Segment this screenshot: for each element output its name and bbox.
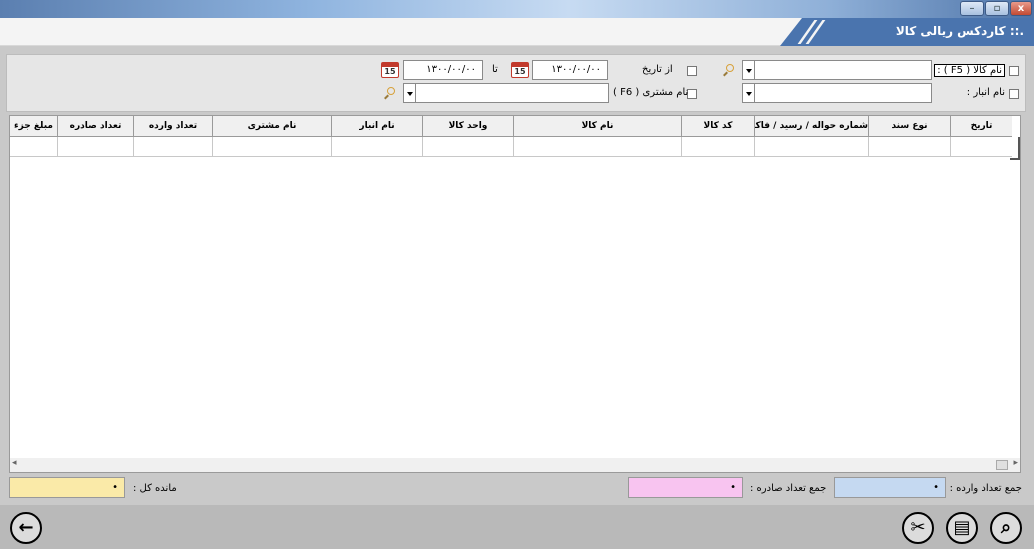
column-header-document-number[interactable]: شماره حواله / رسید / فاکتور — [754, 116, 868, 137]
table-cell[interactable] — [513, 137, 681, 157]
column-header-quantity-out[interactable]: تعداد صادره — [57, 116, 133, 137]
warehouse-label: نام انبار : — [966, 87, 1005, 98]
maximize-button[interactable]: ▫ — [985, 1, 1009, 16]
chevron-down-icon[interactable] — [743, 61, 755, 79]
table-cell[interactable] — [133, 137, 212, 157]
warehouse-combo[interactable] — [742, 83, 932, 103]
table-cell[interactable] — [422, 137, 513, 157]
table-header: تاریخ نوع سند شماره حواله / رسید / فاکتو… — [10, 116, 1012, 137]
action-bar — [0, 505, 1034, 549]
scroll-left-icon[interactable]: ◂ — [12, 458, 17, 468]
total-out-value: • — [628, 477, 743, 498]
column-header-quantity-in[interactable]: تعداد وارده — [133, 116, 212, 137]
title-bar: .:: کاردکس ریالی کالا — [0, 18, 1034, 46]
column-header-warehouse-name[interactable]: نام انبار — [331, 116, 422, 137]
table-cell[interactable] — [331, 137, 422, 157]
customer-checkbox[interactable] — [687, 89, 697, 99]
warehouse-checkbox[interactable] — [1009, 89, 1019, 99]
back-arrow-icon[interactable]: ← — [10, 512, 42, 544]
table-cell[interactable] — [212, 137, 331, 157]
column-header-product-code[interactable]: کد کالا — [681, 116, 754, 137]
scroll-right-icon[interactable]: ▸ — [1013, 458, 1018, 468]
scrollbar-thumb[interactable] — [996, 460, 1008, 470]
balance-value: • — [9, 477, 125, 498]
search-icon[interactable]: ⌕ — [990, 512, 1022, 544]
customer-combo[interactable] — [403, 83, 609, 103]
total-out-label: جمع تعداد صادره : — [750, 483, 827, 494]
column-header-document-type[interactable]: نوع سند — [868, 116, 950, 137]
column-header-customer-name[interactable]: نام مشتری — [212, 116, 331, 137]
table-cell[interactable] — [57, 137, 133, 157]
print-icon[interactable]: ▤ — [946, 512, 978, 544]
product-name-checkbox[interactable] — [1009, 66, 1019, 76]
table-cell[interactable] — [868, 137, 950, 157]
to-date-input[interactable]: ۱۳۰۰/۰۰/۰۰ — [403, 60, 483, 80]
chevron-down-icon[interactable] — [743, 84, 755, 102]
row-indicator — [1010, 137, 1020, 160]
chevron-down-icon[interactable] — [404, 84, 416, 102]
window-title: .:: کاردکس ریالی کالا — [895, 24, 1024, 38]
column-header-date[interactable]: تاریخ — [950, 116, 1012, 137]
calendar-icon[interactable]: 15 — [511, 62, 529, 78]
column-header-amount[interactable]: مبلغ جزء — [10, 116, 57, 137]
column-header-product-name[interactable]: نام کالا — [513, 116, 681, 137]
balance-label: مانده کل : — [133, 483, 177, 494]
product-name-label: نام کالا ( F5 ) : — [934, 64, 1005, 77]
cancel-icon[interactable]: ✂ — [902, 512, 934, 544]
total-in-value: • — [834, 477, 946, 498]
filter-panel: نام کالا ( F5 ) : از تاریخ ۱۳۰۰/۰۰/۰۰ 15… — [6, 54, 1026, 112]
customer-label: نام مشتری ( F6 ) — [613, 87, 689, 98]
horizontal-scrollbar[interactable]: ◂ ▸ — [10, 458, 1020, 472]
search-icon[interactable] — [383, 87, 395, 100]
from-date-label: از تاریخ — [642, 64, 673, 75]
product-name-combo[interactable] — [742, 60, 932, 80]
title-banner: .:: کاردکس ریالی کالا — [780, 18, 1034, 46]
to-date-label: تا — [492, 64, 498, 75]
calendar-icon[interactable]: 15 — [381, 62, 399, 78]
total-in-label: جمع تعداد وارده : — [949, 483, 1022, 494]
kardex-table: تاریخ نوع سند شماره حواله / رسید / فاکتو… — [9, 115, 1021, 473]
from-date-checkbox[interactable] — [687, 66, 697, 76]
search-icon[interactable] — [722, 64, 734, 77]
close-button[interactable]: x — [1010, 1, 1032, 16]
table-cell[interactable] — [754, 137, 868, 157]
window-chrome: – ▫ x — [0, 0, 1034, 18]
table-cell[interactable] — [681, 137, 754, 157]
column-header-product-unit[interactable]: واحد کالا — [422, 116, 513, 137]
from-date-input[interactable]: ۱۳۰۰/۰۰/۰۰ — [532, 60, 608, 80]
minimize-button[interactable]: – — [960, 1, 984, 16]
table-cell[interactable] — [950, 137, 1012, 157]
table-cell[interactable] — [10, 137, 57, 157]
